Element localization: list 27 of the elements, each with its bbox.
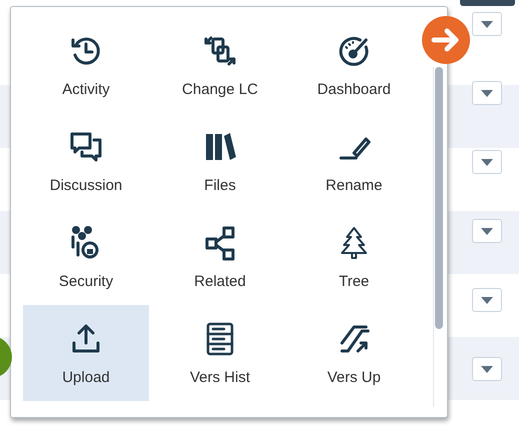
caret-icon [481, 20, 493, 28]
menu-item[interactable]: Vers Hist [157, 305, 283, 401]
menu-item[interactable]: Files [157, 113, 283, 209]
dropdown-button[interactable] [472, 288, 502, 312]
arrow-icon [431, 27, 461, 53]
menu-item[interactable]: Change LC [157, 17, 283, 113]
dropdown-button[interactable] [472, 12, 502, 36]
menu-item[interactable]: Rename [291, 113, 417, 209]
dropdown-button[interactable] [472, 81, 502, 105]
menu-item[interactable]: Activity [23, 17, 149, 113]
menu-item[interactable]: Upload [23, 305, 149, 401]
menu-item[interactable]: Vers Up [291, 305, 417, 401]
menu-item[interactable]: Related [157, 209, 283, 305]
menu-item[interactable]: Tree [291, 209, 417, 305]
caret-icon [481, 228, 493, 234]
menu-item[interactable]: Discussion [23, 113, 149, 209]
caret-icon [481, 90, 493, 96]
scrollbar[interactable] [433, 67, 444, 407]
menu-item[interactable]: Security [23, 209, 149, 305]
menu-item[interactable]: Dashboard [291, 17, 417, 113]
caret-icon [481, 296, 493, 304]
dropdown-button[interactable] [472, 357, 502, 381]
dropdown-button[interactable] [472, 150, 502, 174]
caret-icon [481, 366, 493, 372]
caret-icon [481, 158, 493, 166]
dropdown-button[interactable] [472, 219, 502, 243]
next-arrow-button[interactable] [422, 16, 470, 64]
